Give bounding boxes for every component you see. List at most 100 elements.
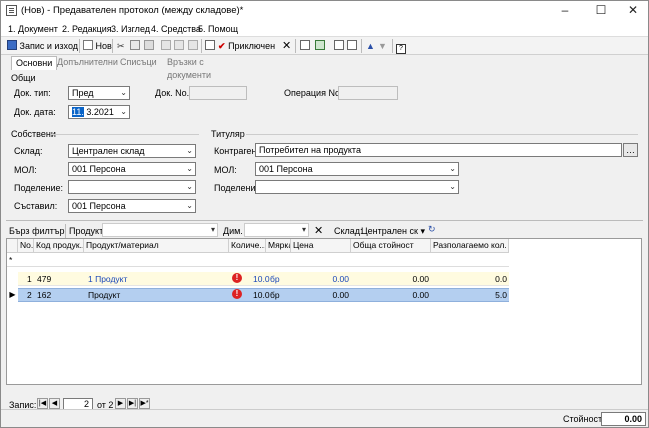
chevron-down-icon: ⌄ — [449, 182, 456, 191]
new-record-icon[interactable]: ▶* — [139, 398, 150, 409]
col-header-no[interactable]: No. — [18, 239, 34, 253]
current-row-arrow-icon: ▶ — [9, 290, 16, 299]
minimize-button[interactable]: – — [548, 1, 582, 21]
filter-refresh-icon[interactable]: ↻ — [428, 224, 436, 235]
tab-lists[interactable]: Списъци — [116, 56, 161, 70]
product-filter-select[interactable]: ▾ — [102, 223, 218, 237]
window-title: (Нов) - Предавателен протокол (между скл… — [21, 5, 244, 16]
next-record-icon[interactable]: ▶ — [115, 398, 126, 409]
col-header-price[interactable]: Цена — [291, 239, 351, 253]
product-filter-label: Продукт: — [69, 226, 106, 236]
edit-doc-icon[interactable] — [205, 39, 215, 53]
cell-price: 0.00 — [332, 290, 349, 300]
prev-record-icon[interactable]: ◀ — [49, 398, 60, 409]
warehouse-filter-select[interactable]: Централен ск ▾ — [361, 226, 425, 237]
cell-unit: бр — [270, 274, 280, 284]
doc-date-label: Док. дата: — [14, 107, 56, 117]
own-division-select[interactable]: ⌄ — [68, 180, 196, 194]
col-header-product[interactable]: Продукт/материал — [84, 239, 229, 253]
accounted-label: Приключен — [228, 41, 276, 51]
calendar-dropdown-icon: ⌄ — [120, 107, 127, 116]
cell-code: 479 — [37, 274, 52, 284]
table-row[interactable]: 2 162 Продукт ! 10.0 бр 0.00 0.00 5.0 — [18, 288, 509, 302]
cut-icon[interactable]: ✂ — [117, 39, 125, 53]
print-icon[interactable] — [161, 39, 171, 53]
own-section-title: Собствени — [11, 129, 56, 139]
menu-tools[interactable]: 4. Средства — [151, 24, 201, 34]
tab-main[interactable]: Основни — [11, 56, 58, 70]
doc-date-rest: 3.2021 — [83, 107, 114, 117]
own-mol-label: МОЛ: — [14, 165, 37, 175]
print-preview-icon[interactable] — [174, 39, 184, 53]
menu-help[interactable]: 5. Помощ — [198, 24, 238, 34]
tab-linked-docs[interactable]: Връзки с документи — [163, 56, 215, 80]
holder-mol-select[interactable]: 001 Персона ⌄ — [255, 162, 459, 176]
arrow-down-icon[interactable]: ▼ — [378, 39, 387, 53]
cell-price: 0.00 — [332, 274, 349, 284]
dim-filter-select[interactable]: ▾ — [244, 223, 309, 237]
title-bar: (Нов) - Предавателен протокол (между скл… — [1, 1, 648, 21]
own-mol-select[interactable]: 001 Персона ⌄ — [68, 162, 196, 176]
tab-additional[interactable]: Допълнителни — [53, 56, 122, 70]
chevron-down-icon: ⌄ — [186, 182, 193, 191]
new-label: Нов — [95, 41, 112, 51]
partner-field[interactable]: Потребител на продукта — [255, 143, 622, 157]
checkmark-icon: ✔ — [218, 41, 226, 51]
attach-icon[interactable] — [300, 39, 310, 53]
cell-code: 162 — [37, 290, 52, 300]
refresh-icon[interactable] — [315, 39, 325, 53]
table-row[interactable]: 1 479 1 Продукт ! 10.0 бр 0.00 0.00 0.0 — [18, 272, 509, 286]
help-icon[interactable]: ? — [396, 39, 406, 54]
cell-available: 5.0 — [495, 290, 507, 300]
cell-qty: 10.0 — [253, 290, 270, 300]
col-header-total[interactable]: Обща стойност — [351, 239, 431, 253]
clear-filter-icon[interactable]: ✕ — [314, 224, 323, 237]
chevron-down-icon: ▾ — [420, 226, 425, 236]
chevron-down-icon: ▾ — [301, 225, 306, 234]
menu-view[interactable]: 3. Изглед — [111, 24, 150, 34]
maximize-button[interactable]: ☐ — [584, 1, 618, 21]
last-record-icon[interactable]: ▶| — [127, 398, 138, 409]
chevron-down-icon: ▾ — [210, 225, 215, 234]
warehouse-label: Склад: — [14, 146, 43, 156]
general-section-title: Общи — [11, 73, 36, 83]
cell-qty: 10.0 — [253, 274, 270, 284]
new-row[interactable]: * — [7, 253, 509, 267]
quick-filter-label[interactable]: Бърз филтър — [9, 226, 65, 236]
col-header-unit[interactable]: Мярка — [266, 239, 291, 253]
cell-total: 0.00 — [412, 274, 429, 284]
page-icon[interactable] — [334, 39, 344, 53]
page2-icon[interactable] — [347, 39, 357, 53]
col-header-qty[interactable]: Количе... — [229, 239, 266, 253]
warehouse-select[interactable]: Централен склад ⌄ — [68, 144, 196, 158]
close-button[interactable]: ✕ — [616, 1, 649, 21]
cell-no: 2 — [27, 290, 32, 300]
cell-total: 0.00 — [412, 290, 429, 300]
col-header-code[interactable]: Код продук... — [34, 239, 84, 253]
accounted-button[interactable]: ✔ Приключен — [218, 39, 275, 53]
paste-icon[interactable] — [144, 39, 154, 53]
doc-type-label: Док. тип: — [14, 88, 51, 98]
author-select[interactable]: 001 Персона ⌄ — [68, 199, 196, 213]
new-button[interactable]: Нов — [83, 39, 112, 53]
first-record-icon[interactable]: |◀ — [37, 398, 48, 409]
new-row-marker-icon: * — [9, 255, 13, 265]
doc-date-field[interactable]: 11. 3.2021 ⌄ — [68, 105, 130, 119]
save-exit-button[interactable]: Запис и изход — [7, 39, 78, 53]
warning-icon: ! — [232, 289, 242, 299]
cell-product: 1 Продукт — [88, 274, 128, 284]
copy-icon[interactable] — [130, 39, 140, 53]
delete-icon[interactable]: ✕ — [282, 39, 291, 53]
col-header-available[interactable]: Разполагаемо кол. — [431, 239, 509, 253]
chevron-down-icon: ⌄ — [449, 164, 456, 173]
export-icon[interactable] — [188, 39, 198, 53]
value-label: Стойност: — [563, 414, 605, 424]
menu-document[interactable]: 1. Документ — [8, 24, 58, 34]
holder-division-select[interactable]: ⌄ — [255, 180, 459, 194]
doc-date-day: 11. — [72, 107, 84, 117]
partner-browse-button[interactable]: … — [623, 143, 638, 157]
arrow-up-icon[interactable]: ▲ — [366, 39, 375, 53]
row-header-corner — [7, 239, 18, 253]
doc-type-select[interactable]: Пред ⌄ — [68, 86, 130, 100]
menu-edit[interactable]: 2. Редакция — [62, 24, 112, 34]
